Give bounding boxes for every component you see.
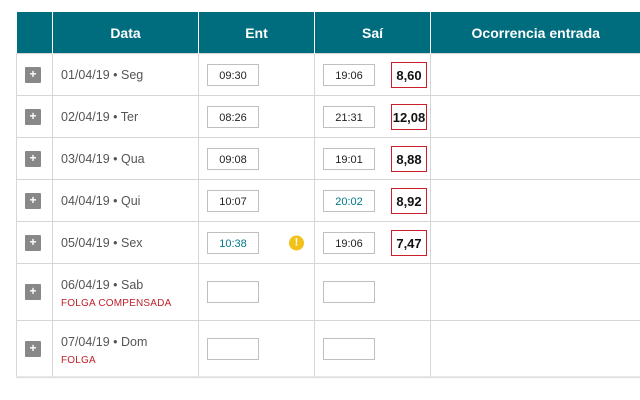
- date-text: 06/04/19 • Sab: [61, 277, 144, 292]
- date-text: 01/04/19 • Seg: [61, 67, 144, 82]
- sai-time-field[interactable]: [323, 338, 375, 360]
- header-ent[interactable]: Ent: [198, 12, 315, 54]
- ocorrencia-cell[interactable]: [430, 320, 640, 378]
- date-text: 07/04/19 • Dom: [61, 334, 148, 349]
- date-cell: 07/04/19 • Dom FOLGA: [52, 320, 199, 378]
- table-bottom-shadow: [16, 376, 640, 379]
- header-ocorrencia[interactable]: Ocorrencia entrada: [430, 12, 640, 54]
- hours-total-badge: 7,47: [391, 229, 427, 256]
- ocorrencia-cell[interactable]: [430, 263, 640, 321]
- sai-time-field[interactable]: 19:01: [323, 147, 375, 170]
- table-row: +05/04/19 • Sex 10:38! 19:06 7,47: [16, 221, 640, 264]
- sai-cell: 19:06 8,60: [314, 53, 431, 96]
- plus-icon[interactable]: +: [25, 108, 41, 125]
- sai-time-field[interactable]: 20:02: [323, 189, 375, 212]
- header-data[interactable]: Data: [52, 12, 199, 54]
- timesheet-table-container: Data Ent Saí Ocorrencia entrada +01/04/1…: [16, 12, 640, 378]
- date-text: 04/04/19 • Qui: [61, 193, 141, 208]
- date-text: 03/04/19 • Qua: [61, 151, 145, 166]
- expand-cell: +: [16, 320, 53, 378]
- table-row: +03/04/19 • Qua 09:08 19:01 8,88: [16, 137, 640, 180]
- sai-time-field[interactable]: [323, 281, 375, 303]
- expand-cell: +: [16, 53, 53, 96]
- plus-icon[interactable]: +: [25, 66, 41, 83]
- sai-cell: 21:31 12,08: [314, 95, 431, 138]
- ent-time-field[interactable]: 10:07: [207, 189, 259, 212]
- plus-icon[interactable]: +: [25, 192, 41, 209]
- table-row: +01/04/19 • Seg 09:30 19:06 8,60: [16, 53, 640, 96]
- plus-icon[interactable]: +: [25, 234, 41, 251]
- hours-total-badge: 8,92: [391, 187, 427, 214]
- ent-time-field[interactable]: 10:38: [207, 231, 259, 254]
- sai-cell: [314, 263, 431, 321]
- expand-cell: +: [16, 95, 53, 138]
- timesheet-table: Data Ent Saí Ocorrencia entrada +01/04/1…: [16, 12, 640, 378]
- date-cell: 03/04/19 • Qua: [52, 137, 199, 180]
- date-cell: 02/04/19 • Ter: [52, 95, 199, 138]
- sai-time-field[interactable]: 19:06: [323, 63, 375, 86]
- plus-icon[interactable]: +: [25, 341, 41, 357]
- sai-time-field[interactable]: 21:31: [323, 105, 375, 128]
- ent-cell: 10:38!: [198, 221, 315, 264]
- table-header-row: Data Ent Saí Ocorrencia entrada: [16, 12, 640, 54]
- ent-cell: [198, 263, 315, 321]
- table-row: +02/04/19 • Ter 08:26 21:31 12,08: [16, 95, 640, 138]
- ent-time-field[interactable]: 08:26: [207, 105, 259, 128]
- ent-time-field[interactable]: 09:08: [207, 147, 259, 170]
- ent-time-field[interactable]: 09:30: [207, 63, 259, 86]
- sai-cell: 19:06 7,47: [314, 221, 431, 264]
- table-row: +04/04/19 • Qui 10:07 20:02 8,92: [16, 179, 640, 222]
- ocorrencia-cell[interactable]: [430, 95, 640, 138]
- warning-icon[interactable]: !: [289, 235, 304, 250]
- ocorrencia-cell[interactable]: [430, 53, 640, 96]
- sai-cell: 20:02 8,92: [314, 179, 431, 222]
- expand-cell: +: [16, 263, 53, 321]
- ent-cell: 09:08: [198, 137, 315, 180]
- header-sai[interactable]: Saí: [314, 12, 431, 54]
- sai-time-field[interactable]: 19:06: [323, 231, 375, 254]
- day-status-label: FOLGA COMPENSADA: [61, 297, 172, 309]
- ent-cell: 10:07: [198, 179, 315, 222]
- date-cell: 04/04/19 • Qui: [52, 179, 199, 222]
- ocorrencia-cell[interactable]: [430, 221, 640, 264]
- date-cell: 01/04/19 • Seg: [52, 53, 199, 96]
- header-expand: [16, 12, 53, 54]
- ent-cell: 08:26: [198, 95, 315, 138]
- ent-time-field[interactable]: [207, 338, 259, 360]
- ent-cell: [198, 320, 315, 378]
- expand-cell: +: [16, 179, 53, 222]
- hours-total-badge: 12,08: [391, 103, 427, 130]
- ocorrencia-cell[interactable]: [430, 137, 640, 180]
- date-text: 05/04/19 • Sex: [61, 235, 143, 250]
- table-row: +06/04/19 • Sab FOLGA COMPENSADA: [16, 263, 640, 321]
- expand-cell: +: [16, 221, 53, 264]
- plus-icon[interactable]: +: [25, 150, 41, 167]
- ocorrencia-cell[interactable]: [430, 179, 640, 222]
- ent-time-field[interactable]: [207, 281, 259, 303]
- date-text: 02/04/19 • Ter: [61, 109, 139, 124]
- hours-total-badge: 8,88: [391, 145, 427, 172]
- plus-icon[interactable]: +: [25, 284, 41, 300]
- date-cell: 06/04/19 • Sab FOLGA COMPENSADA: [52, 263, 199, 321]
- expand-cell: +: [16, 137, 53, 180]
- table-row: +07/04/19 • Dom FOLGA: [16, 320, 640, 378]
- sai-cell: 19:01 8,88: [314, 137, 431, 180]
- day-status-label: FOLGA: [61, 354, 96, 366]
- hours-total-badge: 8,60: [391, 61, 427, 88]
- date-cell: 05/04/19 • Sex: [52, 221, 199, 264]
- sai-cell: [314, 320, 431, 378]
- ent-cell: 09:30: [198, 53, 315, 96]
